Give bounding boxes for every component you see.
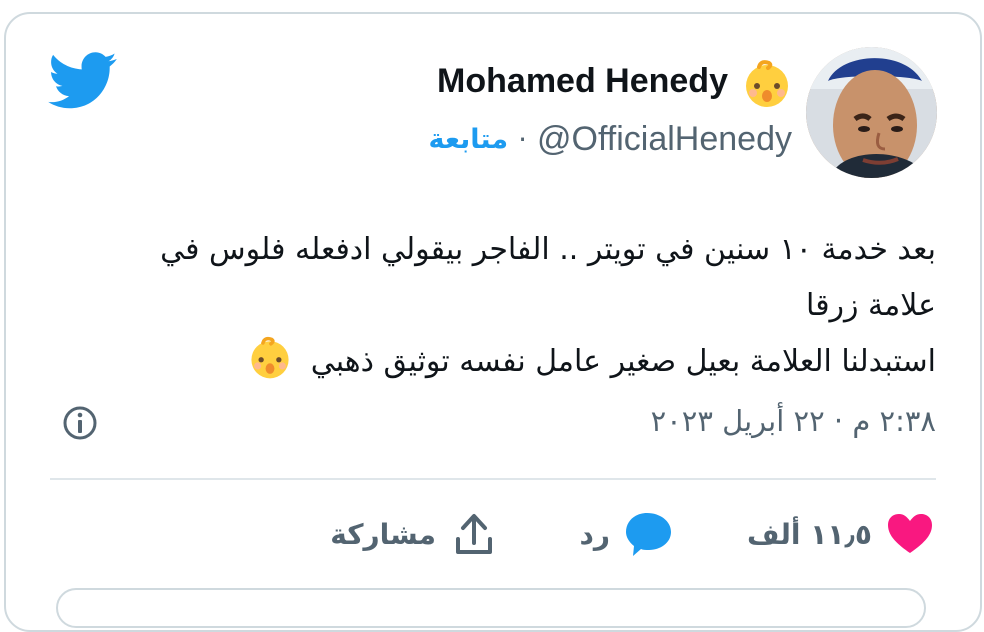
bottom-action-box[interactable] (56, 588, 926, 628)
info-icon[interactable] (62, 405, 98, 441)
tweet-line-with-emoji: استبدلنا العلامة بعيل صغير عامل نفسه توث… (46, 334, 936, 390)
baby-emoji-icon (746, 60, 788, 107)
separator-dot: · (518, 122, 527, 156)
reply-label: رد (579, 517, 611, 551)
tweet-timestamp[interactable]: ٢:٣٨ م · ٢٢ أبريل ٢٠٢٣ (651, 404, 936, 438)
share-icon (456, 514, 492, 554)
baby-emoji-icon (251, 336, 289, 379)
tweet-line: استبدلنا العلامة بعيل صغير عامل نفسه توث… (310, 344, 936, 379)
reply-bubble-icon (626, 513, 671, 556)
user-name[interactable]: Mohamed Henedy (437, 62, 728, 101)
avatar-image (806, 47, 937, 178)
twitter-logo-icon[interactable] (48, 52, 118, 110)
share-label: مشاركة (330, 517, 436, 551)
reply-button[interactable]: رد (580, 508, 675, 560)
user-handle[interactable]: @OfficialHenedy (537, 120, 792, 159)
heart-icon (888, 514, 932, 553)
divider (50, 478, 936, 480)
tweet-line: بعد خدمة ١٠ سنين في تويتر .. الفاجر بيقو… (160, 232, 936, 267)
handle-row: متابعة · @OfficialHenedy (428, 117, 792, 161)
tweet-text: بعد خدمة ١٠ سنين في تويتر .. الفاجر بيقو… (46, 222, 936, 390)
tweet-line: علامة زرقا (806, 288, 936, 323)
avatar[interactable] (806, 47, 937, 178)
like-count: ١١٫٥ ألف (747, 517, 872, 551)
like-button[interactable]: ١١٫٥ ألف (747, 508, 934, 560)
follow-button[interactable]: متابعة (428, 124, 508, 155)
share-button[interactable]: مشاركة (330, 508, 498, 560)
